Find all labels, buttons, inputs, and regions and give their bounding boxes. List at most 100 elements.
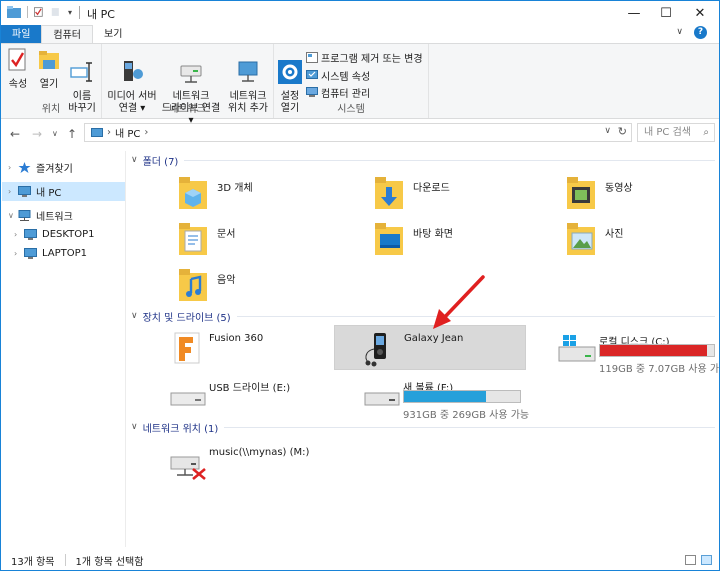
folder-item[interactable]: 문서 [135,219,315,263]
expand-arrow-icon[interactable]: › [14,249,24,258]
navigation-pane: › 즐겨찾기 › 내 PC ∨ 네트워크 › DESKTOP1 › LAPTOP… [2,151,126,547]
minimize-button[interactable]: — [617,1,651,25]
group-label-network: 네트워크 [169,104,206,115]
section-divider [184,159,715,161]
device-item[interactable]: 로컬 디스크 (C:) 119GB 중 7.07GB 사용 가능 [557,327,720,375]
refresh-icon[interactable]: ↻ [618,125,627,138]
network-location-item[interactable]: music(\\mynas) (M:) [169,441,369,487]
back-button[interactable]: ← [10,127,20,141]
new-folder-icon[interactable] [51,6,62,18]
large-icons-view-icon[interactable] [701,555,712,565]
uninstall-program-button[interactable]: 프로그램 제거 또는 변경 [306,50,423,65]
path-separator-end: › [144,127,149,138]
status-bar: 13개 항목 1개 항목 선택함 [1,550,719,570]
drive-usage-text: 931GB 중 269GB 사용 가능 [403,410,530,421]
forward-button[interactable]: → [32,127,42,141]
folder-item[interactable]: 사진 [523,219,703,263]
device-item-selected[interactable]: Galaxy Jean [360,327,520,373]
title-bar: ▾ 내 PC — ☐ ✕ [1,1,719,25]
folder-item[interactable]: 바탕 화면 [331,219,511,263]
address-dropdown-icon[interactable]: ∨ [604,126,611,136]
details-view-icon[interactable] [685,555,696,565]
up-button[interactable]: ↑ [67,127,77,141]
maximize-button[interactable]: ☐ [649,1,683,25]
uninstall-icon [306,52,318,63]
nav-item-desktop1[interactable]: › DESKTOP1 [2,225,125,244]
device-label: music(\\mynas) (M:) [209,447,310,458]
computer-icon [24,229,37,240]
folder-item[interactable]: 동영상 [523,173,703,217]
section-collapse-icon[interactable]: ∨ [131,155,138,165]
nav-label: LAPTOP1 [42,248,88,259]
mp3-player-icon [365,333,386,367]
system-properties-label: 시스템 속성 [321,72,371,83]
section-header-devices[interactable]: ∨ 장치 및 드라이브 (5) [127,309,715,324]
tab-file[interactable]: 파일 [1,25,42,44]
address-bar[interactable]: › 내 PC › ∨ ↻ [84,123,632,142]
documents-folder-icon [179,223,207,255]
tab-view[interactable]: 보기 [93,25,133,44]
section-collapse-icon[interactable]: ∨ [131,311,138,321]
group-label-system: 시스템 [337,104,365,115]
open-button[interactable]: 열기 [36,48,62,91]
folder-label: 다운로드 [413,183,450,194]
nav-label: 즐겨찾기 [36,164,73,175]
section-collapse-icon[interactable]: ∨ [131,422,138,432]
device-item[interactable]: USB 드라이브 (E:) [169,373,329,419]
properties-check-icon[interactable] [34,6,45,18]
search-placeholder: 내 PC 검색 [644,127,691,138]
tab-computer[interactable]: 컴퓨터 [41,25,94,44]
nav-label: 네트워크 [36,212,73,223]
settings-gear-icon [278,60,302,84]
folder-item[interactable]: 음악 [135,265,315,309]
device-label: Galaxy Jean [404,333,464,344]
nav-item-network[interactable]: ∨ 네트워크 [2,206,125,225]
folder-item[interactable]: 다운로드 [331,173,511,217]
nav-item-quick-access[interactable]: › 즐겨찾기 [2,158,125,177]
recent-locations-button[interactable]: ∨ [52,129,58,138]
selection-count: 1개 항목 선택함 [75,556,144,568]
section-title: 장치 및 드라이브 (5) [142,312,231,324]
computer-management-button[interactable]: 컴퓨터 관리 [306,85,370,100]
device-item[interactable]: Fusion 360 [169,327,329,373]
device-label: USB 드라이브 (E:) [209,383,291,394]
ribbon-collapse-icon[interactable]: ∨ [676,27,683,37]
nav-label: 내 PC [36,188,62,199]
collapse-arrow-icon[interactable]: ∨ [8,211,18,220]
content-pane: ∨ 폴더 (7) 3D 개체 다운로드 동영상 문서 바탕 화면 사진 음악 ∨… [127,151,720,547]
folder-item[interactable]: 3D 개체 [135,173,315,217]
expand-arrow-icon[interactable]: › [8,163,18,172]
properties-button[interactable]: 속성 [5,48,31,91]
expand-arrow-icon[interactable]: › [14,230,24,239]
explorer-window: ▾ 내 PC — ☐ ✕ 파일 컴퓨터 보기 ∨ ? 속성 열기 이름 바꾸기 [0,0,720,571]
device-item[interactable]: 새 볼륨 (F:) 931GB 중 269GB 사용 가능 [363,373,529,421]
ribbon-tabs: 파일 컴퓨터 보기 [1,25,719,44]
expand-arrow-icon[interactable]: › [8,187,18,196]
nav-item-this-pc[interactable]: › 내 PC [2,182,125,201]
windows-drive-icon [558,335,596,362]
app-folder-icon[interactable] [7,6,21,18]
nav-item-laptop1[interactable]: › LAPTOP1 [2,244,125,263]
system-properties-icon [306,70,318,79]
drive-usage-fill [404,391,487,402]
desktop-folder-icon [375,223,403,255]
uninstall-label: 프로그램 제거 또는 변경 [321,54,423,65]
customize-toolbar-icon[interactable]: ▾ [68,8,72,17]
map-network-drive-button[interactable]: 네트워크 드라이브 연결 ▾ [158,48,224,127]
section-header-folders[interactable]: ∨ 폴더 (7) [127,153,715,168]
status-separator [64,554,66,566]
ribbon: 속성 열기 이름 바꾸기 위치 미디어 서버 연결 ▾ 네트워크 드라이브 연결… [1,43,719,126]
system-properties-button[interactable]: 시스템 속성 [306,68,370,83]
close-button[interactable]: ✕ [683,1,717,25]
red-arrow-icon [433,275,485,329]
search-input[interactable]: 내 PC 검색 ⌕ [637,123,715,142]
folder-label: 3D 개체 [217,183,253,194]
path-segment[interactable]: 내 PC [115,125,140,140]
folder-label: 사진 [605,229,624,240]
section-header-network-locations[interactable]: ∨ 네트워크 위치 (1) [127,420,715,435]
folder-label: 바탕 화면 [413,229,453,240]
section-title: 폴더 (7) [142,156,179,168]
music-folder-icon [179,269,207,301]
help-icon[interactable]: ? [694,26,707,39]
group-label-location: 위치 [41,104,61,115]
